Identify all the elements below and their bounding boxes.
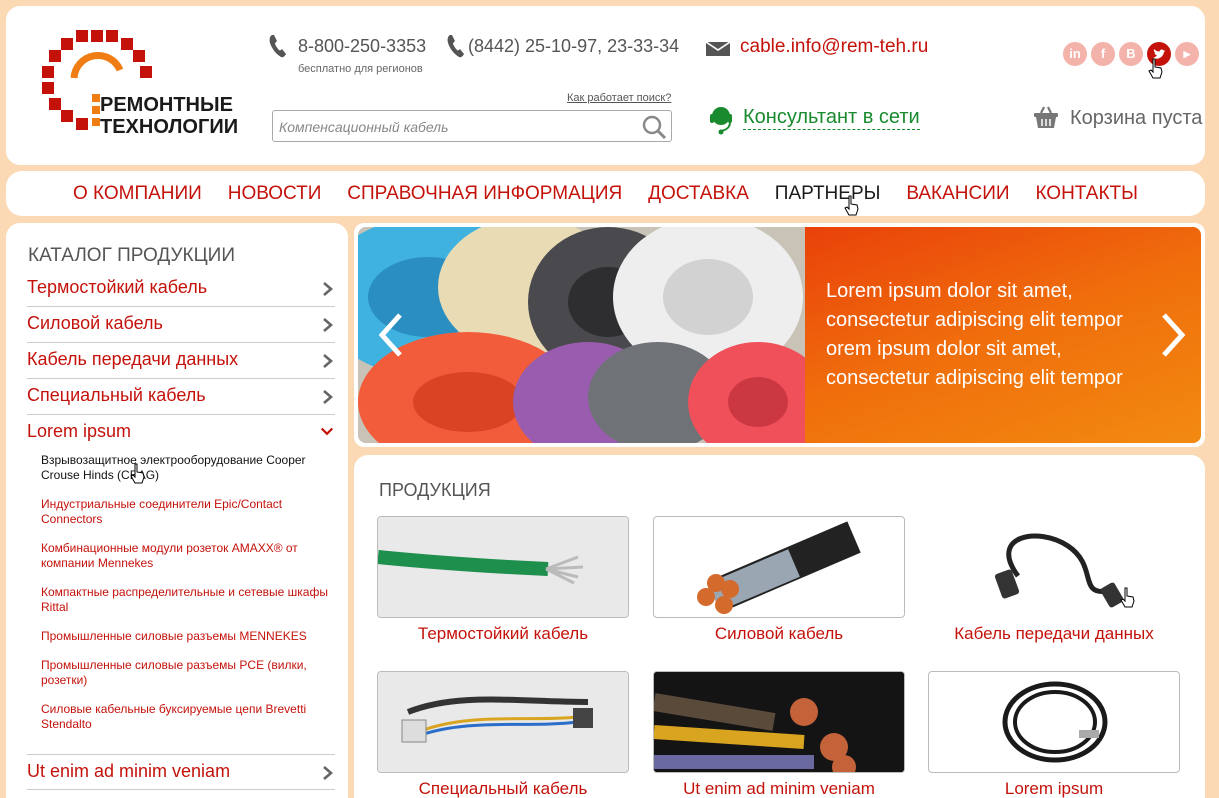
catalog-item-expanded[interactable]: Lorem ipsum — [27, 415, 335, 451]
hand-cursor-icon — [844, 195, 859, 216]
facebook-icon[interactable]: f — [1091, 42, 1115, 66]
phone-icon — [269, 35, 286, 58]
product-name: Кабель передачи данных — [954, 624, 1154, 643]
consultant-label: Консультант в сети — [743, 106, 920, 130]
catalog-subitem[interactable]: Промышленные силовые разъемы MENNEKES — [41, 629, 335, 644]
search-box — [272, 110, 672, 142]
slider-next-icon[interactable] — [1158, 311, 1188, 359]
youtube-icon[interactable]: ▶ — [1175, 42, 1199, 66]
header: РЕМОНТНЫЕ ТЕХНОЛОГИИ 8-800-250-3353 бесп… — [6, 6, 1205, 165]
catalog-item-label: Lorem ipsum — [27, 421, 132, 441]
product-card[interactable]: Термостойкий кабель — [377, 516, 629, 644]
hand-cursor-icon — [1148, 58, 1163, 79]
main-nav: О КОМПАНИИ НОВОСТИ СПРАВОЧНАЯ ИНФОРМАЦИЯ… — [6, 171, 1205, 216]
product-card[interactable]: Специальный кабель — [377, 671, 629, 798]
products-section: ПРОДУКЦИЯ Термостойкий кабель Силовой ка… — [354, 455, 1205, 798]
product-name: Термостойкий кабель — [417, 624, 589, 643]
product-card[interactable]: Силовой кабель — [653, 516, 905, 644]
catalog-item[interactable]: Ut enim ad minim veniam — [27, 754, 335, 790]
vkontakte-icon[interactable]: B — [1119, 42, 1143, 66]
catalog-item[interactable]: Термостойкий кабель — [27, 271, 335, 307]
logo[interactable]: РЕМОНТНЫЕ ТЕХНОЛОГИИ — [36, 28, 239, 146]
envelope-icon — [706, 42, 730, 56]
product-image — [377, 516, 629, 618]
slide-text: Lorem ipsum dolor sit amet, consectetur … — [826, 280, 1123, 389]
chevron-right-icon — [323, 318, 333, 332]
catalog-list: Термостойкий кабель Силовой кабель Кабел… — [27, 271, 335, 790]
linkedin-icon[interactable]: in — [1063, 42, 1087, 66]
catalog-sidebar: КАТАЛОГ ПРОДУКЦИИ Термостойкий кабель Си… — [6, 223, 348, 798]
nav-item-partners[interactable]: ПАРТНЕРЫ — [775, 183, 881, 205]
catalog-item[interactable]: Силовой кабель — [27, 307, 335, 343]
catalog-item-label: Кабель передачи данных — [27, 349, 239, 369]
product-image — [377, 671, 629, 773]
phone-free-number: 8-800-250-3353 — [298, 36, 427, 56]
product-image — [928, 516, 1180, 618]
chevron-down-icon — [320, 427, 334, 436]
catalog-item-label: Специальный кабель — [27, 385, 206, 405]
phone-free-caption: бесплатно для регионов — [298, 63, 423, 75]
phone-city-number: (8442) 25-10-97, 23-33-34 — [468, 36, 680, 56]
nav-item-reference[interactable]: СПРАВОЧНАЯ ИНФОРМАЦИЯ — [347, 183, 622, 205]
email-text: cable.info@rem-teh.ru — [740, 36, 929, 57]
products-title: ПРОДУКЦИЯ — [379, 480, 491, 500]
catalog-item-label: Ut enim ad minim veniam — [27, 761, 231, 781]
catalog-item[interactable]: Кабель передачи данных — [27, 343, 335, 379]
chevron-right-icon — [323, 766, 333, 780]
catalog-subitem[interactable]: Комбинационные модули розеток AMAXX® от … — [41, 541, 335, 571]
nav-item-about[interactable]: О КОМПАНИИ — [73, 183, 202, 205]
slide-caption-panel: Lorem ipsum dolor sit amet, consectetur … — [805, 227, 1201, 443]
product-card[interactable]: Lorem ipsum — [928, 671, 1180, 798]
product-name: Силовой кабель — [714, 624, 844, 643]
hand-cursor-icon — [1120, 587, 1135, 608]
catalog-item[interactable]: Специальный кабель — [27, 379, 335, 415]
cart-status: Корзина пуста — [1070, 107, 1203, 129]
nav-item-vacancies[interactable]: ВАКАНСИИ — [906, 183, 1009, 205]
hand-cursor-icon — [130, 463, 145, 484]
search-icon[interactable] — [641, 114, 667, 140]
logo-line-1: РЕМОНТНЫЕ — [100, 94, 233, 116]
product-card[interactable]: Ut enim ad minim veniam — [653, 671, 905, 798]
chevron-right-icon — [323, 390, 333, 404]
product-name: Lorem ipsum — [1004, 779, 1104, 798]
catalog-subitem[interactable]: Индустриальные соединители Epic/Contact … — [41, 497, 335, 527]
nav-item-contacts[interactable]: КОНТАКТЫ — [1035, 183, 1138, 205]
catalog-item-label: Силовой кабель — [27, 313, 163, 333]
nav-item-delivery[interactable]: ДОСТАВКА — [648, 183, 749, 205]
search-input[interactable] — [279, 116, 629, 138]
product-image — [928, 671, 1180, 773]
headset-icon — [710, 107, 732, 135]
product-card[interactable]: Кабель передачи данных — [928, 516, 1180, 644]
cable-coils-photo — [358, 227, 805, 443]
search-help-link[interactable]: Как работает поиск? — [567, 92, 671, 104]
catalog-subitems: Взрывозащитное электрооборудование Coope… — [27, 453, 335, 754]
chevron-right-icon — [323, 282, 333, 296]
phone-icon — [447, 35, 464, 58]
catalog-item-label: Термостойкий кабель — [27, 277, 208, 297]
nav-item-news[interactable]: НОВОСТИ — [228, 183, 322, 205]
slider-prev-icon[interactable] — [376, 311, 406, 359]
catalog-subitem[interactable]: Компактные распределительные и сетевые ш… — [41, 585, 335, 615]
catalog-subitem[interactable]: Силовые кабельные буксируемые цепи Breve… — [41, 702, 335, 732]
catalog-subitem[interactable]: Промышленные силовые разъемы PCE (вилки,… — [41, 658, 335, 688]
product-image — [653, 516, 905, 618]
catalog-title: КАТАЛОГ ПРОДУКЦИИ — [28, 245, 235, 266]
basket-icon — [1034, 106, 1058, 128]
product-name: Специальный кабель — [418, 779, 588, 798]
chevron-right-icon — [323, 354, 333, 368]
nav-list: О КОМПАНИИ НОВОСТИ СПРАВОЧНАЯ ИНФОРМАЦИЯ… — [6, 171, 1205, 216]
cable-coils-image — [358, 227, 805, 443]
catalog-subitem[interactable]: Взрывозащитное электрооборудование Coope… — [41, 453, 335, 483]
product-image — [653, 671, 905, 773]
product-name: Ut enim ad minim veniam — [683, 779, 875, 798]
logo-line-2: ТЕХНОЛОГИИ — [100, 116, 239, 138]
promo-slider: Lorem ipsum dolor sit amet, consectetur … — [354, 223, 1205, 447]
